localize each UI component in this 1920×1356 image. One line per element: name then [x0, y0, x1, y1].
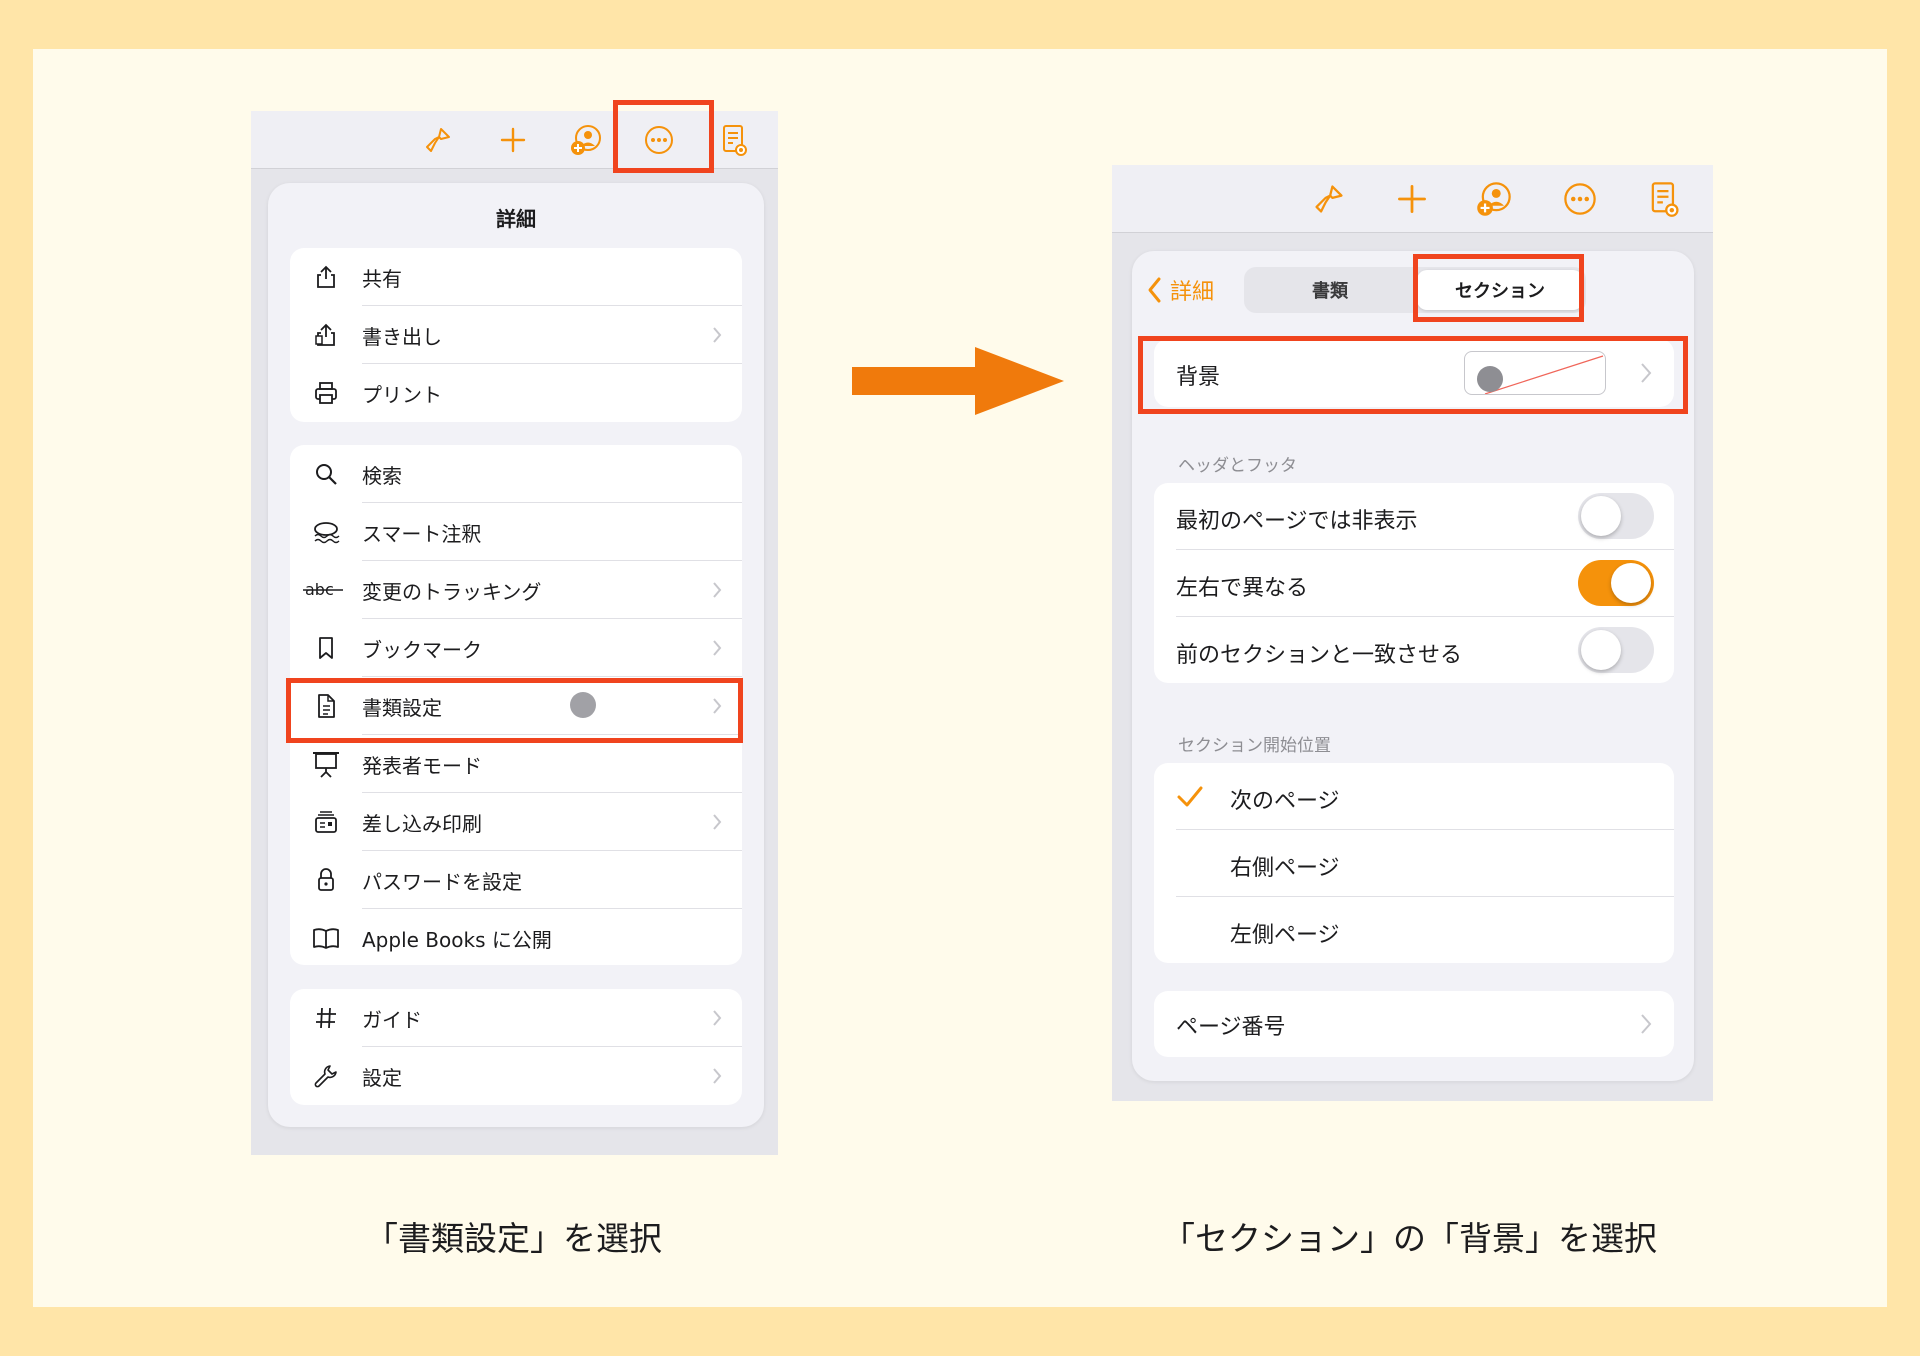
export-icon — [308, 317, 344, 353]
option-right-page[interactable]: 右側ページ — [1154, 830, 1674, 896]
left-screenshot: 詳細 共有 書き出し プリント 検索 スマート注釈 abc 変更のトラッキング … — [251, 111, 778, 1155]
print-icon — [308, 375, 344, 411]
option-next-page[interactable]: 次のページ — [1154, 763, 1674, 829]
wrench-icon — [308, 1058, 344, 1094]
highlight-background-row — [1138, 336, 1688, 414]
section-header-section-start: セクション開始位置 — [1178, 736, 1331, 756]
book-icon — [308, 920, 344, 956]
page-number-group: ページ番号 — [1154, 991, 1674, 1057]
row-different-left-right: 左右で異なる — [1154, 550, 1674, 616]
toolbar — [1112, 165, 1713, 233]
section-start-group: 次のページ 右側ページ 左側ページ — [1154, 763, 1674, 963]
chevron-right-icon — [713, 327, 722, 343]
share-icon — [308, 259, 344, 295]
menu-item-print[interactable]: プリント — [290, 364, 742, 422]
menu-item-apple-books[interactable]: Apple Books に公開 — [290, 909, 742, 965]
back-button[interactable]: 詳細 — [1146, 273, 1214, 307]
collaborate-icon[interactable] — [564, 118, 608, 162]
toggle-knob — [1611, 563, 1651, 603]
presenter-icon — [308, 746, 344, 782]
more-popover: 詳細 共有 書き出し プリント 検索 スマート注釈 abc 変更のトラッキング … — [268, 183, 764, 1127]
popover-title: 詳細 — [496, 207, 536, 231]
row-match-previous-section: 前のセクションと一致させる — [1154, 617, 1674, 683]
plus-icon[interactable] — [491, 118, 535, 162]
lock-icon — [308, 862, 344, 898]
tab-document[interactable]: 書類 — [1247, 270, 1413, 310]
toggle-different-left-right[interactable] — [1578, 560, 1654, 606]
chevron-right-icon — [713, 814, 722, 830]
caption-left: 「書類設定」を選択 — [365, 1219, 662, 1258]
menu-item-export[interactable]: 書き出し — [290, 306, 742, 364]
highlight-document-setup — [286, 678, 743, 743]
header-footer-group: 最初のページでは非表示 左右で異なる 前のセクションと一致させる — [1154, 483, 1674, 683]
brush-icon[interactable] — [1307, 177, 1351, 221]
menu-group-share: 共有 書き出し プリント — [290, 248, 742, 422]
menu-item-smart-annotation[interactable]: スマート注釈 — [290, 503, 742, 561]
menu-item-bookmark[interactable]: ブックマーク — [290, 619, 742, 677]
bookmark-icon — [308, 630, 344, 666]
menu-group-settings: ガイド 設定 — [290, 989, 742, 1105]
arrow-right-icon — [852, 347, 1064, 415]
track-changes-icon: abc — [302, 572, 346, 608]
menu-item-set-password[interactable]: パスワードを設定 — [290, 851, 742, 909]
option-left-page[interactable]: 左側ページ — [1154, 897, 1674, 963]
chevron-left-icon — [1148, 277, 1161, 303]
toggle-knob — [1581, 496, 1621, 536]
chevron-right-icon — [1641, 1014, 1652, 1034]
chevron-right-icon — [713, 1068, 722, 1084]
search-icon — [308, 456, 344, 492]
checkmark-icon — [1177, 786, 1203, 807]
chevron-right-icon — [713, 1010, 722, 1026]
menu-item-search[interactable]: 検索 — [290, 445, 742, 503]
caption-right: 「セクション」の「背景」を選択 — [1162, 1219, 1657, 1258]
chevron-right-icon — [713, 640, 722, 656]
row-hide-on-first-page: 最初のページでは非表示 — [1154, 483, 1674, 549]
smart-annotation-icon — [308, 514, 344, 550]
document-view-icon[interactable] — [712, 118, 756, 162]
plus-icon[interactable] — [1390, 177, 1434, 221]
highlight-section-tab — [1413, 254, 1584, 322]
toggle-match-previous-section[interactable] — [1578, 627, 1654, 673]
section-header-header-footer: ヘッダとフッタ — [1178, 456, 1297, 476]
menu-item-guides[interactable]: ガイド — [290, 989, 742, 1047]
toggle-knob — [1581, 630, 1621, 670]
mail-merge-icon — [308, 804, 344, 840]
chevron-right-icon — [713, 582, 722, 598]
menu-item-presenter-mode[interactable]: 発表者モード — [290, 735, 742, 793]
toggle-hide-on-first-page[interactable] — [1578, 493, 1654, 539]
menu-item-share[interactable]: 共有 — [290, 248, 742, 306]
more-icon[interactable] — [1558, 177, 1602, 221]
menu-item-mail-merge[interactable]: 差し込み印刷 — [290, 793, 742, 851]
menu-item-track-changes[interactable]: abc 変更のトラッキング — [290, 561, 742, 619]
highlight-more-button — [613, 100, 714, 173]
row-page-number[interactable]: ページ番号 — [1154, 991, 1674, 1057]
document-view-icon[interactable] — [1642, 177, 1686, 221]
brush-icon[interactable] — [416, 118, 460, 162]
menu-item-settings[interactable]: 設定 — [290, 1047, 742, 1105]
collaborate-icon[interactable] — [1472, 177, 1516, 221]
grid-icon — [308, 1000, 344, 1036]
